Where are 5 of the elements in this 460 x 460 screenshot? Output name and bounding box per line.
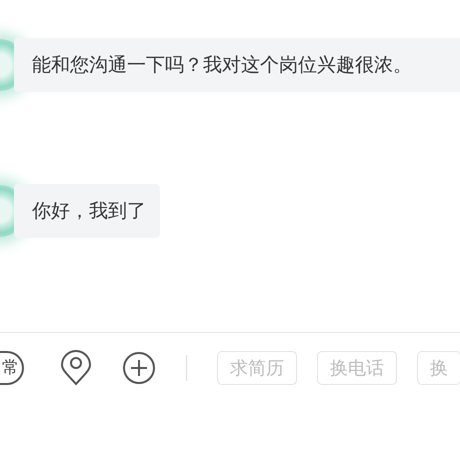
location-pin-icon[interactable] (60, 350, 92, 386)
common-phrases-button[interactable]: 常 (0, 351, 24, 385)
plus-icon[interactable] (122, 351, 156, 385)
message-bubble: 你好，我到了 (14, 184, 160, 238)
message-bubble: 能和您沟通一下吗？我对这个岗位兴趣很浓。 (14, 38, 460, 92)
